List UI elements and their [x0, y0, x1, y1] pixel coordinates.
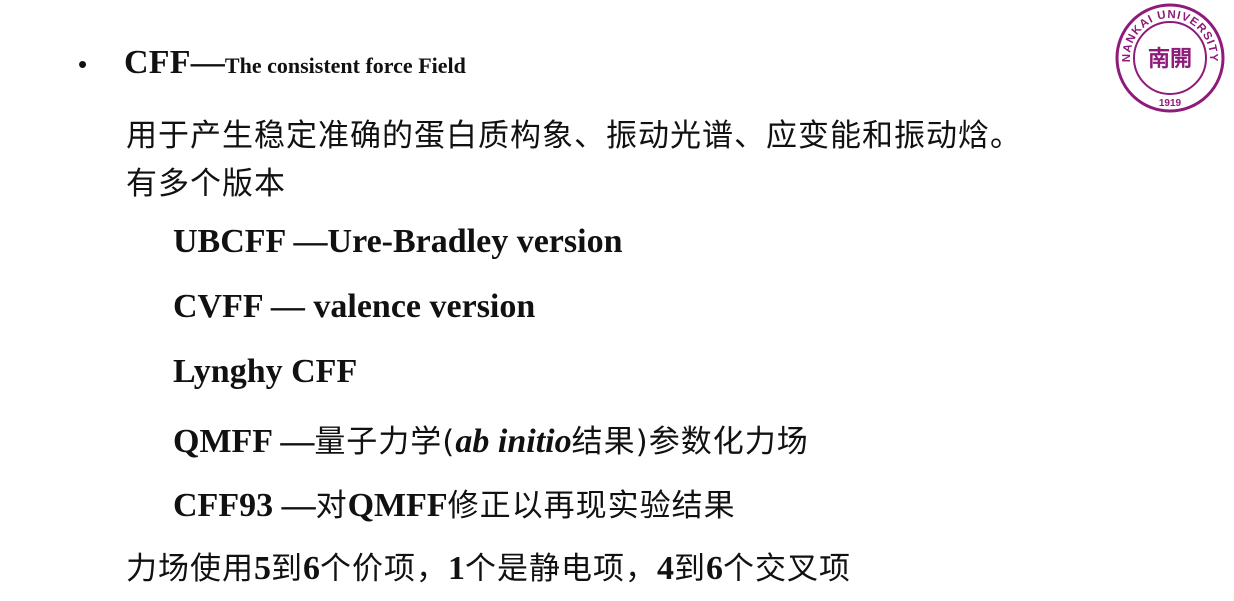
heading-subtitle: The consistent force Field	[224, 53, 466, 78]
footer-part: 个价项，	[320, 551, 448, 587]
version-qmff-cn1: 量子力学(	[314, 424, 456, 460]
footer-part: 6	[706, 550, 723, 587]
version-qmff-prefix: QMFF —	[173, 423, 315, 460]
version-cff93-prefix: CFF93 —	[173, 487, 316, 524]
version-cff93: CFF93 —对QMFF修正以再现实验结果	[173, 480, 736, 525]
footer-part: 个交叉项	[723, 551, 851, 587]
version-cff93-mid: QMFF	[347, 487, 448, 524]
version-lynghy: Lynghy CFF	[173, 353, 358, 390]
version-cff93-cn2: 修正以再现实验结果	[447, 488, 736, 524]
bullet-icon: •	[78, 49, 88, 79]
description-line-2: 有多个版本	[126, 166, 286, 202]
version-qmff-cn2: 结果)参数化力场	[571, 424, 809, 460]
footer-line: 力场使用5到6个价项，1个是静电项，4到6个交叉项	[126, 543, 851, 588]
version-qmff-italic: ab initio	[455, 423, 572, 460]
footer-part: 到	[674, 551, 706, 587]
seal-center-text: 南開	[1148, 47, 1192, 72]
slide: • CFF— The consistent force Field 用于产生稳定…	[0, 0, 1234, 601]
heading-row: • CFF— The consistent force Field	[78, 44, 466, 92]
footer-part: 力场使用	[126, 551, 254, 587]
footer-part: 4	[657, 550, 674, 587]
description-line-1: 用于产生稳定准确的蛋白质构象、振动光谱、应变能和振动焓。	[126, 118, 1022, 154]
version-ubcff: UBCFF —Ure-Bradley version	[173, 223, 623, 260]
version-qmff: QMFF —量子力学(ab initio结果)参数化力场	[173, 416, 809, 461]
heading-title: CFF—	[124, 44, 225, 81]
version-cff93-cn1: 对	[315, 488, 348, 524]
seal-year: 1919	[1159, 98, 1182, 109]
footer-part: 到	[271, 551, 303, 587]
footer-part: 个是静电项，	[465, 551, 657, 587]
version-cvff: CVFF — valence version	[173, 288, 536, 325]
university-seal-logo: NANKAI UNIVERSITY 1919 南開	[1115, 3, 1225, 113]
footer-part: 1	[448, 550, 465, 587]
footer-part: 5	[254, 550, 271, 587]
footer-part: 6	[303, 550, 320, 587]
